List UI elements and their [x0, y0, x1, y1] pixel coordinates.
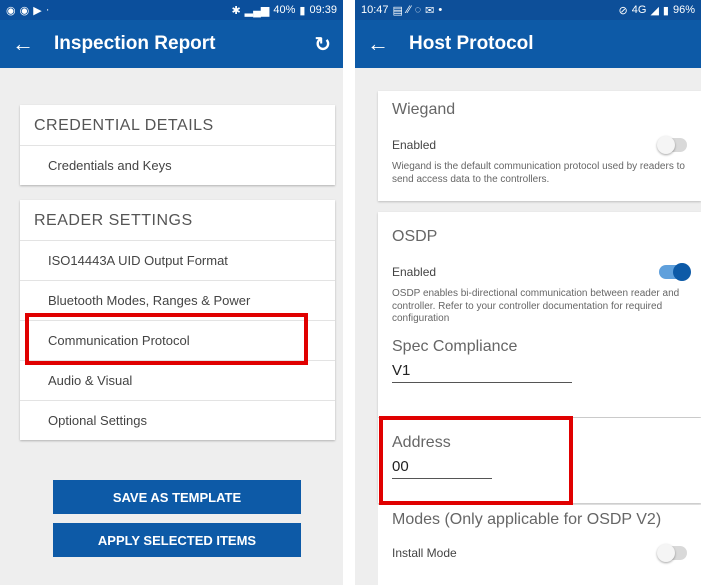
battery-icon: ▮ — [299, 4, 306, 17]
install-mode-toggle[interactable] — [657, 544, 687, 562]
install-mode-label: Install Mode — [392, 546, 457, 560]
wiegand-enabled-row: Enabled — [378, 129, 701, 161]
list-item-optional-settings[interactable]: Optional Settings — [20, 400, 335, 440]
page-title: Host Protocol — [409, 33, 534, 54]
app-notification-icon: ⁄⁄ — [406, 4, 411, 16]
clock: 09:39 — [309, 4, 337, 16]
install-mode-row: Install Mode — [378, 537, 701, 569]
wiegand-enabled-toggle[interactable] — [657, 136, 687, 154]
section-header: Wiegand — [392, 101, 456, 118]
message-icon: ▤ — [392, 4, 403, 17]
credential-details-card: CREDENTIAL DETAILS Credentials and Keys — [20, 105, 335, 185]
battery-percent: 96% — [672, 4, 695, 16]
network-type: 4G — [631, 4, 647, 16]
section-header: Modes (Only applicable for OSDP V2) — [392, 511, 662, 528]
highlight-box — [25, 313, 308, 365]
signal-icon: ◢ — [650, 4, 659, 17]
osdp-enabled-toggle[interactable] — [659, 263, 691, 281]
clock: 10:47 — [361, 4, 389, 16]
status-bar: ◉ ◉ ▶ · ✱ ▂▄▆ 40% ▮ 09:39 — [0, 0, 343, 20]
battery-icon: ▮ — [662, 4, 669, 17]
mail-icon: ✉ — [425, 4, 435, 17]
enabled-label: Enabled — [392, 265, 437, 279]
page-title: Inspection Report — [54, 33, 216, 54]
osdp-enabled-row: Enabled — [378, 256, 701, 288]
status-bar: 10:47 ▤ ⁄⁄ ◌ ✉ • ⊘ 4G ◢ ▮ 96% — [355, 0, 701, 20]
back-arrow-icon[interactable]: ← — [367, 31, 397, 57]
app-bar: ← Inspection Report ↻ — [0, 20, 343, 68]
highlight-box — [379, 416, 573, 505]
section-header: OSDP — [392, 228, 438, 245]
spec-compliance-field[interactable]: V1 — [392, 362, 572, 383]
dot-icon: · — [45, 4, 50, 16]
app-notification-icon: ◉ — [6, 4, 16, 17]
osdp-card: OSDP Enabled OSDP enables bi-directional… — [378, 212, 701, 417]
apply-selected-items-button[interactable]: APPLY SELECTED ITEMS — [53, 523, 301, 557]
mute-icon: ⊘ — [618, 4, 628, 17]
refresh-icon[interactable]: ↻ — [314, 32, 331, 57]
host-protocol-screen: 10:47 ▤ ⁄⁄ ◌ ✉ • ⊘ 4G ◢ ▮ 96% ← Host Pro… — [355, 0, 701, 585]
app-notification-icon: ◉ — [19, 4, 30, 17]
spec-compliance-label: Spec Compliance — [392, 337, 518, 355]
play-icon: ▶ — [33, 4, 42, 17]
modes-card: Modes (Only applicable for OSDP V2) Inst… — [378, 505, 701, 585]
list-item-uid-output-format[interactable]: ISO14443A UID Output Format — [20, 240, 335, 280]
wiegand-description: Wiegand is the default communication pro… — [392, 161, 685, 185]
bluetooth-icon: ✱ — [231, 4, 241, 17]
inspection-report-screen: ◉ ◉ ▶ · ✱ ▂▄▆ 40% ▮ 09:39 ← Inspection R… — [0, 0, 343, 585]
list-item-credentials-and-keys[interactable]: Credentials and Keys — [20, 145, 335, 185]
section-header: CREDENTIAL DETAILS — [34, 117, 214, 134]
app-bar: ← Host Protocol — [355, 20, 701, 68]
battery-percent: 40% — [273, 4, 296, 16]
list-item-audio-visual[interactable]: Audio & Visual — [20, 360, 335, 400]
save-as-template-button[interactable]: SAVE AS TEMPLATE — [53, 480, 301, 514]
osdp-description: OSDP enables bi-directional communicatio… — [392, 288, 680, 324]
wiegand-card: Wiegand Enabled Wiegand is the default c… — [378, 91, 701, 201]
section-header: READER SETTINGS — [34, 212, 193, 229]
signal-icon: ▂▄▆ — [244, 4, 270, 17]
dot-icon: • — [438, 4, 443, 16]
whatsapp-icon: ◌ — [414, 4, 422, 16]
back-arrow-icon[interactable]: ← — [12, 31, 42, 57]
enabled-label: Enabled — [392, 138, 437, 152]
